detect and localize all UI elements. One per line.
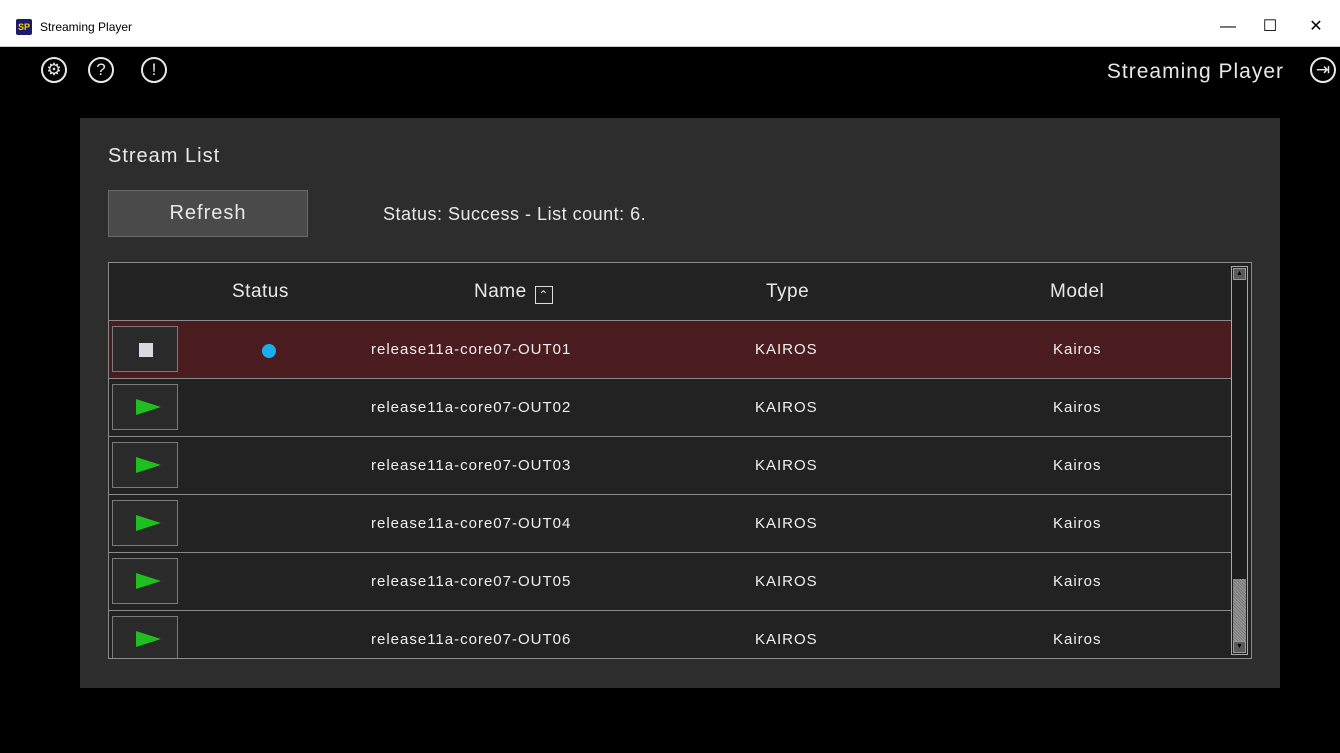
info-icon[interactable]: ! <box>141 57 167 83</box>
table-scrollbar[interactable]: ▲ ▼ <box>1231 266 1248 655</box>
close-button[interactable]: ✕ <box>1296 12 1336 42</box>
play-icon <box>136 573 161 589</box>
panel-title: Stream List <box>108 145 221 167</box>
stream-type-cell: KAIROS <box>755 457 818 474</box>
play-icon <box>136 399 161 415</box>
scroll-thumb[interactable] <box>1233 579 1246 641</box>
stream-model-cell: Kairos <box>1053 341 1102 358</box>
stream-name-cell: release11a-core07-OUT05 <box>371 573 572 590</box>
app-name-label: Streaming Player <box>1106 60 1284 83</box>
stream-name-cell: release11a-core07-OUT01 <box>371 341 572 358</box>
status-playing-icon <box>262 344 276 358</box>
stream-model-cell: Kairos <box>1053 399 1102 416</box>
play-button[interactable] <box>112 442 178 488</box>
column-header-status[interactable]: Status <box>232 281 289 303</box>
play-icon <box>136 515 161 531</box>
play-icon <box>136 631 161 647</box>
table-row[interactable]: release11a-core07-OUT01 KAIROS Kairos <box>109 321 1231 379</box>
stop-button[interactable] <box>112 326 178 372</box>
table-row[interactable]: release11a-core07-OUT02 KAIROS Kairos <box>109 379 1231 437</box>
play-button[interactable] <box>112 500 178 546</box>
stream-model-cell: Kairos <box>1053 631 1102 648</box>
stream-type-cell: KAIROS <box>755 573 818 590</box>
play-icon <box>136 457 161 473</box>
play-button[interactable] <box>112 384 178 430</box>
refresh-button[interactable]: Refresh <box>108 190 308 237</box>
stream-name-cell: release11a-core07-OUT06 <box>371 631 572 648</box>
scroll-up-arrow-icon[interactable]: ▲ <box>1233 268 1246 280</box>
table-row[interactable]: release11a-core07-OUT04 KAIROS Kairos <box>109 495 1231 553</box>
help-icon[interactable]: ? <box>88 57 114 83</box>
stop-icon <box>139 343 153 357</box>
window-title: Streaming Player <box>40 20 133 34</box>
stream-model-cell: Kairos <box>1053 515 1102 532</box>
column-header-name[interactable]: Name ⌃ <box>474 281 553 304</box>
minimize-button[interactable]: — <box>1208 12 1248 42</box>
column-header-model[interactable]: Model <box>1050 281 1104 303</box>
status-message: Status: Success - List count: 6. <box>383 204 647 224</box>
stream-name-cell: release11a-core07-OUT04 <box>371 515 572 532</box>
exit-icon[interactable]: ⇥ <box>1310 57 1336 83</box>
table-header: Status Name ⌃ Type Model <box>109 263 1231 321</box>
gear-icon[interactable]: ⚙ <box>41 57 67 83</box>
title-bar: SP Streaming Player — ☐ ✕ <box>0 0 1340 47</box>
scroll-down-arrow-icon[interactable]: ▼ <box>1233 641 1246 653</box>
column-header-name-label: Name <box>474 281 527 302</box>
play-button[interactable] <box>112 558 178 604</box>
table-row[interactable]: release11a-core07-OUT03 KAIROS Kairos <box>109 437 1231 495</box>
column-header-type[interactable]: Type <box>766 281 809 303</box>
stream-type-cell: KAIROS <box>755 399 818 416</box>
table-row[interactable]: release11a-core07-OUT05 KAIROS Kairos <box>109 553 1231 611</box>
app-logo-icon: SP <box>16 19 32 35</box>
stream-model-cell: Kairos <box>1053 457 1102 474</box>
sort-ascending-icon[interactable]: ⌃ <box>534 286 553 304</box>
stream-model-cell: Kairos <box>1053 573 1102 590</box>
stream-type-cell: KAIROS <box>755 631 818 648</box>
stream-name-cell: release11a-core07-OUT02 <box>371 399 572 416</box>
stream-list-panel: Stream List Refresh Status: Success - Li… <box>80 118 1280 688</box>
stream-table: Status Name ⌃ Type Model release11a-core0… <box>108 262 1252 659</box>
stream-type-cell: KAIROS <box>755 515 818 532</box>
play-button[interactable] <box>112 616 178 658</box>
stream-type-cell: KAIROS <box>755 341 818 358</box>
stream-name-cell: release11a-core07-OUT03 <box>371 457 572 474</box>
table-row[interactable]: release11a-core07-OUT06 KAIROS Kairos <box>109 611 1231 658</box>
maximize-button[interactable]: ☐ <box>1250 12 1290 42</box>
